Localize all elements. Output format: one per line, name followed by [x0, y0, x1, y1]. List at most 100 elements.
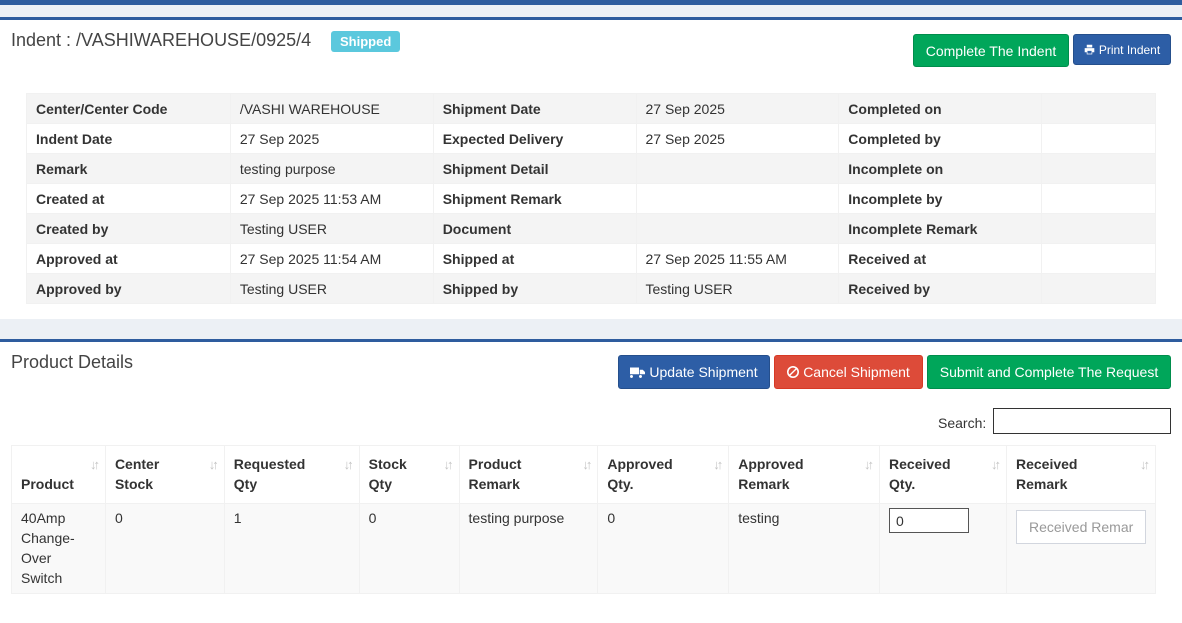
sort-icon[interactable]: ↓↑ [209, 455, 219, 475]
received-remark-input[interactable]: Received Remar [1016, 510, 1146, 544]
info-label: Shipment Detail [432, 153, 637, 184]
search-input[interactable] [993, 408, 1171, 434]
column-header-label: Stock [368, 456, 407, 472]
info-value: Testing USER [635, 273, 840, 304]
sort-icon[interactable]: ↓↑ [444, 455, 454, 475]
column-header-label: Approved [738, 456, 804, 472]
product-table: Product ↓↑ Center Stock ↓↑ Requested Qty ↓↑ Stoc… [11, 445, 1156, 594]
column-header-label: Qty [368, 476, 392, 492]
info-label: Approved at [26, 243, 231, 274]
column-header-label: Qty. [607, 476, 634, 492]
product-details-title: Product Details [11, 352, 134, 372]
info-row: Created at 27 Sep 2025 11:53 AM Shipment R… [26, 183, 1156, 214]
complete-indent-button[interactable]: Complete The Indent [913, 34, 1069, 67]
info-row: Remark testing purpose Shipment Detail Inco… [26, 153, 1156, 184]
truck-icon [630, 367, 646, 378]
print-indent-label: Print Indent [1098, 42, 1161, 57]
info-label: Completed on [838, 93, 1043, 124]
info-label: Shipped at [432, 243, 637, 274]
product-name-line: 40Amp [21, 510, 66, 526]
column-header[interactable]: Received Remark ↓↑ [1006, 445, 1156, 504]
ban-icon [787, 366, 800, 378]
info-label: Incomplete Remark [838, 213, 1043, 244]
info-value [1041, 153, 1156, 184]
info-label: Expected Delivery [432, 123, 637, 154]
info-label: Remark [26, 153, 231, 184]
submit-complete-button[interactable]: Submit and Complete The Request [927, 355, 1171, 389]
info-value [635, 213, 840, 244]
center-stock-cell: 0 [104, 503, 225, 594]
info-label: Shipment Remark [432, 183, 637, 214]
complete-indent-label: Complete The Indent [925, 42, 1057, 59]
update-shipment-button[interactable]: Update Shipment [618, 355, 770, 389]
info-label: Incomplete on [838, 153, 1043, 184]
info-value: 27 Sep 2025 [635, 93, 840, 124]
info-row: Indent Date 27 Sep 2025 Expected Delivery 2… [26, 123, 1156, 154]
sort-icon[interactable]: ↓↑ [582, 455, 592, 475]
info-value [1041, 123, 1156, 154]
info-label: Document [432, 213, 637, 244]
info-value: 27 Sep 2025 [229, 123, 434, 154]
print-indent-button[interactable]: Print Indent [1073, 34, 1171, 65]
sort-icon[interactable]: ↓↑ [713, 455, 723, 475]
sort-icon[interactable]: ↓↑ [1140, 455, 1150, 475]
column-header-label: Approved [607, 456, 673, 472]
approved-remark-cell: testing [728, 503, 881, 594]
sort-icon[interactable]: ↓↑ [864, 455, 874, 475]
product-cell: 40Amp Change- Over Switch [11, 503, 106, 594]
submit-complete-label: Submit and Complete The Request [939, 364, 1159, 380]
column-header-label: Stock [114, 476, 154, 492]
info-value: 27 Sep 2025 11:55 AM [635, 243, 840, 274]
info-label: Shipped by [432, 273, 637, 304]
info-row: Approved at 27 Sep 2025 11:54 AM Shipped a… [26, 243, 1156, 274]
info-value [1041, 243, 1156, 274]
info-label: Approved by [26, 273, 231, 304]
stock-qty-cell: 0 [358, 503, 460, 594]
column-header[interactable]: Product ↓↑ [11, 445, 106, 504]
sort-icon[interactable]: ↓↑ [344, 455, 354, 475]
info-row: Created by Testing USER Document Incomplete… [26, 213, 1156, 244]
cancel-shipment-button[interactable]: Cancel Shipment [774, 355, 923, 389]
info-label: Received by [838, 273, 1043, 304]
column-header[interactable]: Requested Qty ↓↑ [223, 445, 360, 504]
product-name-line: Over [21, 550, 52, 566]
column-header-label: Qty. [889, 476, 916, 492]
info-label: Center/Center Code [26, 93, 231, 124]
indent-summary-panel: Indent : /VASHIWAREHOUSE/0925/4 Shipped … [0, 17, 1182, 319]
info-value [1041, 183, 1156, 214]
info-label: Shipment Date [432, 93, 637, 124]
column-header[interactable]: Stock Qty ↓↑ [358, 445, 460, 504]
column-header-label: Product [21, 476, 74, 492]
info-value [1041, 273, 1156, 304]
info-value: Testing USER [229, 213, 434, 244]
column-header[interactable]: Product Remark ↓↑ [458, 445, 599, 504]
requested-qty-cell: 1 [223, 503, 360, 594]
info-value [635, 153, 840, 184]
product-name-line: Change- [21, 530, 75, 546]
sort-icon[interactable]: ↓↑ [90, 455, 100, 475]
column-header[interactable]: Approved Qty. ↓↑ [597, 445, 730, 504]
info-label: Created by [26, 213, 231, 244]
column-header-label: Requested [233, 456, 306, 472]
sort-icon[interactable]: ↓↑ [991, 455, 1001, 475]
column-header[interactable]: Approved Remark ↓↑ [728, 445, 881, 504]
status-badge: Shipped [331, 31, 401, 52]
top-accent-bar [0, 0, 1182, 5]
received-qty-input[interactable]: 0 [889, 508, 970, 533]
info-value: testing purpose [229, 153, 434, 184]
info-label: Indent Date [26, 123, 231, 154]
info-value [1041, 213, 1156, 244]
info-label: Received at [838, 243, 1043, 274]
info-label: Incomplete by [838, 183, 1043, 214]
column-header[interactable]: Center Stock ↓↑ [104, 445, 225, 504]
info-value: 27 Sep 2025 11:53 AM [229, 183, 434, 214]
info-row: Center/Center Code/VASHI WAREHOUSE Shipme… [26, 93, 1156, 124]
indent-title: Indent : /VASHIWAREHOUSE/0925/4 [11, 30, 312, 50]
column-header-label: Remark [1016, 476, 1068, 492]
received-qty-cell: 0 [879, 503, 1007, 594]
search-label: Search: [938, 415, 987, 431]
info-value [1041, 93, 1156, 124]
cancel-shipment-label: Cancel Shipment [803, 364, 910, 380]
info-value: 27 Sep 2025 11:54 AM [229, 243, 434, 274]
column-header[interactable]: Received Qty. ↓↑ [879, 445, 1007, 504]
